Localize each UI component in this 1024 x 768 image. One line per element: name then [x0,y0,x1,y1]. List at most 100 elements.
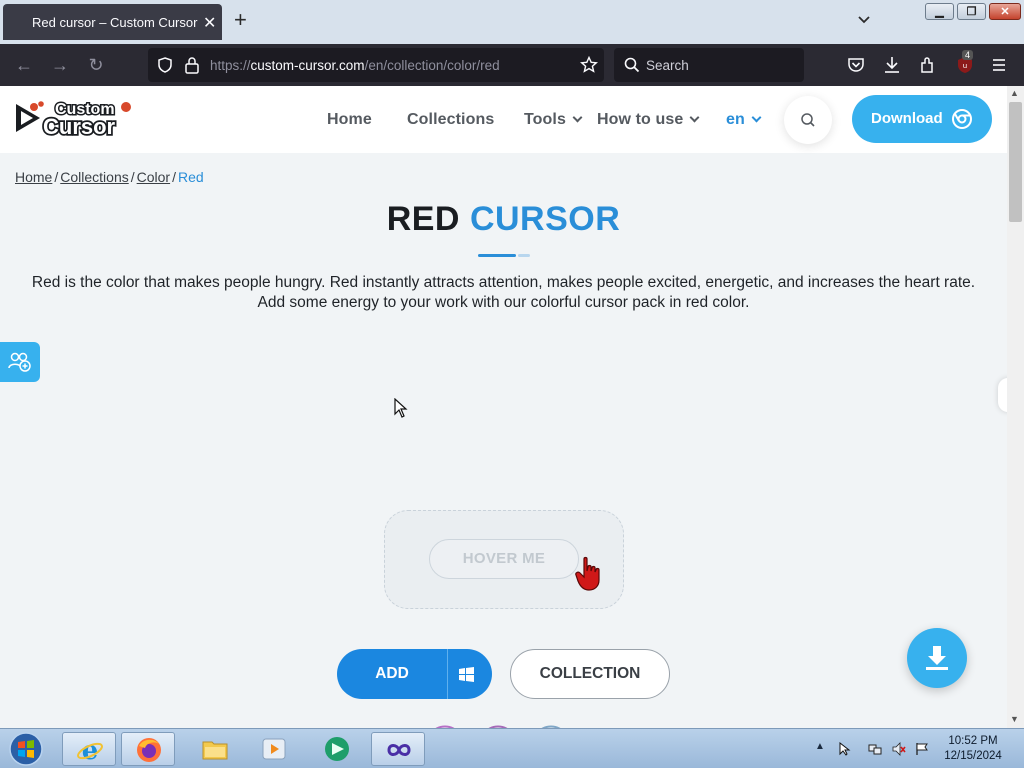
windows-taskbar: e ▲ 10:52 PM 12/15/2024 [0,728,1024,768]
url-bar[interactable]: https://custom-cursor.com/en/collection/… [148,48,604,82]
nav-collections[interactable]: Collections [407,111,494,129]
chrome-store-icon [952,109,972,129]
add-cursor-button[interactable]: ADD [337,649,492,699]
action-center-flag-icon[interactable] [915,742,929,756]
media-player-icon [262,738,286,760]
taskbar-clock[interactable]: 10:52 PM 12/15/2024 [938,734,1008,764]
breadcrumb-separator: / [172,169,176,185]
language-selector[interactable]: en [726,111,762,129]
page-scrollbar[interactable]: ▲ ▼ [1007,86,1024,728]
breadcrumb-home[interactable]: Home [15,169,52,185]
download-button[interactable]: Download [852,95,992,143]
hover-me-button[interactable]: HOVER ME [429,539,579,579]
windows-logo-icon[interactable] [459,667,474,682]
clock-time: 10:52 PM [948,735,998,747]
search-placeholder: Search [646,58,689,73]
search-box[interactable]: Search [614,48,804,82]
taskbar-firefox[interactable] [121,732,175,766]
red-hand-cursor-icon [575,556,600,591]
pocket-icon[interactable] [847,56,865,74]
logo-graphic: Custom Cursor [16,100,131,141]
list-all-tabs-icon[interactable] [856,12,872,28]
lock-icon[interactable] [184,56,200,74]
chevron-down-icon [572,112,583,123]
scroll-thumb[interactable] [1009,102,1022,222]
cursor-tray-icon[interactable] [838,742,852,756]
bookmark-star-icon[interactable] [580,56,598,74]
download-label: Download [871,110,943,127]
reload-icon[interactable]: ↻ [86,55,106,75]
breadcrumb-separator: / [130,169,135,185]
site-header: Custom Cursor Home Collections Tools How… [0,86,1007,153]
community-side-tab[interactable] [0,342,40,382]
green-app-icon [325,737,349,761]
collection-description: Red is the color that makes people hungr… [31,274,976,311]
firefox-icon [137,738,161,762]
breadcrumb: Home / Collections / Color / Red [15,169,204,185]
taskbar-internet-explorer[interactable]: e [62,732,116,766]
breadcrumb-color[interactable]: Color [137,169,170,185]
breadcrumb-current: Red [177,169,204,185]
chevron-down-icon [751,112,762,123]
infinity-icon [387,744,411,756]
network-icon[interactable] [868,742,882,756]
collection-button[interactable]: COLLECTION [510,649,670,699]
new-tab-icon[interactable]: + [234,9,247,31]
cursor-preview-area[interactable]: HOVER ME [384,510,624,609]
downloads-icon[interactable] [883,55,901,75]
window-close-button[interactable]: ✕ [989,3,1021,20]
shield-icon[interactable] [156,56,174,74]
mouse-pointer-icon [394,398,408,418]
nav-home[interactable]: Home [327,111,372,129]
page-title-part1: RED [386,200,460,238]
browser-tab[interactable]: Red cursor – Custom Cursor ✕ [3,4,222,40]
scroll-up-icon[interactable]: ▲ [1010,88,1019,98]
users-add-icon [8,352,31,372]
extensions-icon[interactable] [919,55,937,75]
side-widget-handle[interactable] [998,378,1007,412]
browser-nav-bar: ← → ↻ https://custom-cursor.com/en/colle… [0,44,1024,86]
svg-text:u: u [963,62,967,70]
search-icon [801,113,815,127]
breadcrumb-collections[interactable]: Collections [60,169,128,185]
nav-tools[interactable]: Tools [524,111,583,129]
url-text[interactable]: https://custom-cursor.com/en/collection/… [210,58,500,73]
download-icon [926,646,948,670]
breadcrumb-separator: / [54,169,59,185]
add-button-divider [447,649,448,699]
volume-muted-icon[interactable] [892,742,906,756]
taskbar-media-player[interactable] [247,732,301,766]
title-underline [478,254,530,257]
page-content: Custom Cursor Home Collections Tools How… [0,86,1007,728]
taskbar-app-green[interactable] [310,732,364,766]
search-icon [624,57,640,73]
clock-date: 12/15/2024 [944,750,1002,762]
nav-how-to-use[interactable]: How to use [597,111,700,129]
tab-close-icon[interactable]: ✕ [203,13,216,33]
page-title-part2: CURSOR [469,200,621,238]
extension-badge: 4 [962,50,974,60]
taskbar-custom-cursor[interactable] [371,732,425,766]
add-label: ADD [375,665,409,682]
svg-text:Cursor: Cursor [43,114,116,138]
start-button-icon[interactable] [6,731,46,767]
floating-download-button[interactable] [907,628,967,688]
site-logo[interactable]: Custom Cursor [14,98,138,141]
site-search-button[interactable] [784,96,832,144]
page-title: RED CURSOR [0,200,1007,239]
browser-tab-bar: Red cursor – Custom Cursor ✕ + ▁ ❐ ✕ [0,0,1024,44]
svg-text:e: e [82,736,99,764]
taskbar-file-explorer[interactable] [188,732,242,766]
window-restore-button[interactable]: ❐ [957,3,986,20]
chevron-down-icon [689,112,700,123]
folder-icon [202,741,228,760]
tab-title: Red cursor – Custom Cursor [32,15,198,30]
ublock-extension-icon[interactable]: u 4 [955,50,975,75]
scroll-down-icon[interactable]: ▼ [1010,714,1019,724]
tray-expand-icon[interactable]: ▲ [815,741,825,752]
internet-explorer-icon: e [77,736,103,764]
window-minimize-button[interactable]: ▁ [925,3,954,20]
back-icon[interactable]: ← [14,55,34,75]
forward-icon[interactable]: → [50,55,70,75]
hamburger-menu-icon[interactable] [991,57,1007,73]
